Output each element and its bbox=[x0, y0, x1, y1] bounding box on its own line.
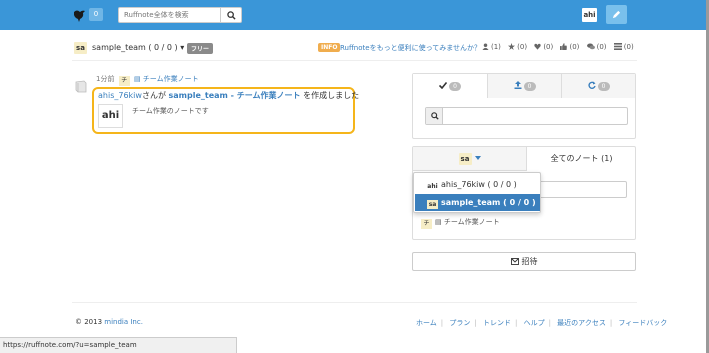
thumbs-up-icon bbox=[560, 43, 568, 50]
dropdown-item-ahis[interactable]: ahi ahis_76kiw ( 0 / 0 ) bbox=[415, 176, 540, 193]
stat-comments[interactable]: (0) bbox=[586, 43, 607, 51]
panel-search-input[interactable] bbox=[425, 107, 628, 125]
search-icon bbox=[227, 11, 236, 20]
footer-link-home[interactable]: ホーム bbox=[416, 319, 437, 327]
dropdown-item-avatar: sa bbox=[427, 200, 438, 209]
company-link[interactable]: mindia Inc. bbox=[104, 318, 143, 326]
caret-down-icon bbox=[474, 156, 481, 160]
bird-logo-icon[interactable] bbox=[72, 7, 88, 23]
panel-tabs: 0 0 0 bbox=[413, 74, 635, 98]
team-stats: (1) (0) (0) (0) (0) (0) bbox=[477, 43, 634, 51]
caret-down-icon: ▾ bbox=[180, 43, 185, 52]
tab-refresh[interactable]: 0 bbox=[561, 74, 635, 98]
feed-target-link[interactable]: sample_team - チーム作業ノート bbox=[169, 91, 301, 100]
footer-link-help[interactable]: ヘルプ bbox=[524, 319, 545, 327]
pencil-icon bbox=[612, 10, 621, 19]
stat-lists[interactable]: (0) bbox=[613, 43, 634, 51]
note-icon: ▤ bbox=[133, 75, 141, 83]
search-icon bbox=[431, 112, 439, 120]
heart-icon bbox=[534, 43, 541, 50]
team-dropdown-menu: ahi ahis_76kiw ( 0 / 0 ) sa sample_team ( … bbox=[413, 172, 541, 213]
info-badge: INFO bbox=[318, 43, 341, 52]
feed-message: ahis_76kiwさんが sample_team - チーム作業ノート を作成… bbox=[98, 91, 360, 100]
book-icon bbox=[75, 80, 87, 93]
user-icon bbox=[482, 43, 489, 50]
list-icon bbox=[613, 43, 622, 50]
envelope-icon bbox=[510, 258, 519, 265]
note-chip: チ bbox=[421, 219, 432, 229]
footer-link-plan[interactable]: プラン bbox=[449, 319, 470, 327]
tab-all-notes[interactable]: 全てのノート (1) bbox=[527, 147, 636, 171]
team-selector-tab[interactable]: sa bbox=[413, 147, 527, 171]
note-icon: ▤ bbox=[435, 218, 442, 226]
stat-likes[interactable]: (0) bbox=[534, 43, 553, 51]
footer-link-trend[interactable]: トレンド bbox=[483, 319, 511, 327]
feed-meta: 1分前 チ ▤ チーム作業ノート bbox=[96, 74, 199, 86]
stat-thumbs[interactable]: (0) bbox=[560, 43, 579, 51]
feed-note-link[interactable]: ▤ チーム作業ノート bbox=[134, 75, 199, 83]
star-icon bbox=[508, 43, 516, 50]
note-chip: チ bbox=[118, 76, 130, 86]
team-avatar: sa bbox=[74, 42, 87, 54]
header-divider bbox=[72, 60, 637, 61]
upgrade-link[interactable]: Ruffnoteをもっと便利に使ってみませんか？ bbox=[340, 43, 481, 53]
footer-link-feedback[interactable]: フィードバック bbox=[618, 319, 667, 327]
search-button[interactable] bbox=[221, 7, 242, 23]
stat-stars[interactable]: (0) bbox=[508, 43, 527, 51]
feed-description: チーム作業のノートです bbox=[132, 107, 209, 115]
footer-divider bbox=[72, 302, 637, 303]
tab-check[interactable]: 0 bbox=[413, 74, 487, 98]
notification-count-badge[interactable]: 0 bbox=[89, 8, 103, 21]
stat-users[interactable]: (1) bbox=[482, 43, 501, 51]
comments-icon bbox=[586, 43, 595, 50]
dropdown-item-sample-team[interactable]: sa sample_team ( 0 / 0 ) bbox=[415, 194, 540, 211]
feed-time: 1分前 bbox=[96, 75, 115, 83]
footer-links: ホーム | プラン | トレンド | ヘルプ | 最近のアクセス | フィードバック bbox=[416, 319, 668, 327]
user-avatar[interactable]: ahi bbox=[582, 8, 597, 22]
notes-panel: 0 0 0 bbox=[412, 73, 636, 139]
dropdown-item-avatar: ahi bbox=[427, 183, 438, 190]
team-selector[interactable]: sample_team ( 0 / 0 ) ▾ bbox=[92, 43, 184, 52]
notes-filter-input[interactable] bbox=[531, 181, 627, 198]
new-note-button[interactable] bbox=[606, 5, 627, 24]
browser-status-bar: https://ruffnote.com/?u=sample_team bbox=[0, 337, 237, 353]
search-input[interactable] bbox=[118, 7, 221, 23]
team-avatar: sa bbox=[458, 153, 472, 165]
invite-button[interactable]: 招待 bbox=[412, 252, 636, 271]
copyright: © 2013 mindia Inc. bbox=[75, 318, 143, 326]
plan-badge: フリー bbox=[187, 43, 214, 54]
upload-icon bbox=[514, 81, 521, 89]
feed-user-link[interactable]: ahis_76kiw bbox=[98, 91, 142, 100]
note-list-item[interactable]: チ ▤ チーム作業ノート bbox=[421, 217, 500, 229]
refresh-icon bbox=[587, 81, 596, 89]
check-icon bbox=[438, 81, 448, 90]
tab-upload[interactable]: 0 bbox=[487, 74, 561, 98]
top-navbar: 0 ahi bbox=[0, 0, 709, 30]
panel-search-addon bbox=[426, 108, 443, 124]
footer-link-recent[interactable]: 最近のアクセス bbox=[557, 319, 606, 327]
team-header: sa sample_team ( 0 / 0 ) ▾ フリー INFO Ruff… bbox=[72, 41, 637, 57]
feed-avatar[interactable]: ahi bbox=[98, 104, 123, 128]
team-name: sample_team ( 0 / 0 ) bbox=[92, 43, 178, 52]
